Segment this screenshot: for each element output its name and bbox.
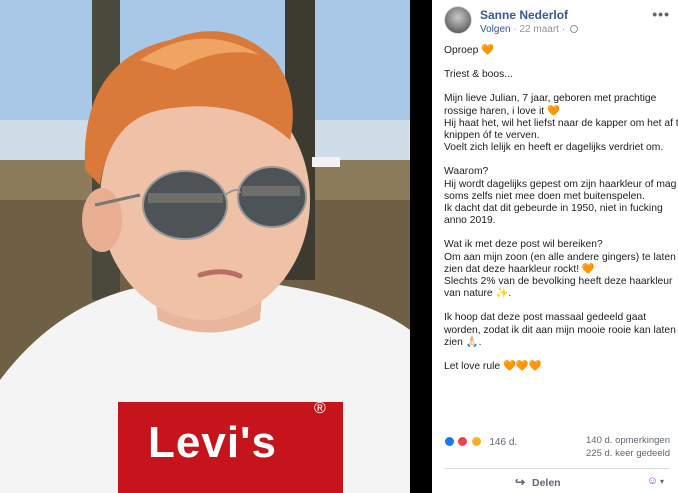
reaction-picker-button[interactable]: ☺ ▾	[647, 475, 664, 487]
post-line: Om aan mijn zoon (en alle andere gingers…	[444, 251, 676, 263]
share-arrow-icon: ↪	[515, 475, 526, 489]
post-line: anno 2019.	[444, 215, 496, 227]
like-reaction-icon	[444, 436, 455, 447]
post-photo[interactable]: Levi's ®	[0, 0, 410, 493]
chevron-down-icon: ▾	[659, 477, 664, 486]
post-line: Hij haat het, wil het liefst naar de kap…	[444, 117, 678, 129]
post-line: Waarom?	[444, 166, 489, 178]
share-button[interactable]: ↪ Delen	[515, 475, 561, 489]
shirt-logo-text: Levi's	[148, 418, 277, 467]
post-date[interactable]: 22 maart	[519, 24, 558, 35]
post-line: van nature ✨.	[444, 288, 512, 300]
post-meta: Volgen · 22 maart ·	[480, 24, 578, 35]
reaction-count: 146 d.	[489, 437, 518, 448]
post-panel: Sanne Nederlof Volgen · 22 maart · ••• O…	[432, 0, 678, 493]
post-line: soms zelfs niet mee doen met buitenspele…	[444, 190, 645, 202]
post-header: Sanne Nederlof Volgen · 22 maart · •••	[444, 6, 670, 40]
post-line: Triest & boos...	[444, 69, 513, 81]
post-paragraph: Wat ik met deze post wil bereiken? Om aan…	[444, 239, 676, 300]
follow-link[interactable]: Volgen	[480, 24, 511, 35]
post-line: Ik dacht dat dit gebeurde in 1950, niet …	[444, 203, 663, 215]
post-paragraph: Oproep 🧡	[444, 45, 676, 57]
avatar[interactable]	[444, 6, 472, 34]
photo-divider	[410, 0, 432, 493]
post-line: rossige haren, i love it 🧡	[444, 105, 560, 117]
post-line: zien 🙏🏻.	[444, 336, 482, 348]
shirt-registered-mark: ®	[314, 400, 326, 417]
post-line: worden, zodat ik dit aan mijn mooie rooi…	[444, 324, 676, 336]
meta-separator-2: ·	[561, 24, 568, 35]
post-line: Wat ik met deze post wil bereiken?	[444, 239, 603, 251]
post-paragraph: Triest & boos...	[444, 69, 676, 81]
post-body: Oproep 🧡 Triest & boos... Mijn lieve Julia…	[444, 45, 678, 385]
post-line: Hij wordt dagelijks gepest om zijn haark…	[444, 178, 677, 190]
action-divider	[444, 468, 670, 469]
post-line: Ik hoop dat deze post massaal gedeeld ga…	[444, 312, 647, 324]
comment-count[interactable]: 140 d. opmerkingen	[586, 434, 670, 447]
share-count[interactable]: 225 d. keer gedeeld	[586, 447, 670, 460]
author-name[interactable]: Sanne Nederlof	[480, 8, 568, 22]
share-label: Delen	[531, 477, 561, 489]
sad-reaction-icon	[470, 436, 482, 447]
post-line: zien dat deze haarkleur rockt! 🧡	[444, 263, 595, 275]
more-options-icon[interactable]: •••	[652, 6, 670, 22]
globe-icon	[569, 25, 578, 33]
love-reaction-icon	[457, 436, 469, 447]
post-paragraph: Mijn lieve Julian, 7 jaar, geboren met p…	[444, 93, 678, 154]
post-line: Slechts 2% van de bevolking heeft deze h…	[444, 276, 673, 288]
post-paragraph: Ik hoop dat deze post massaal gedeeld ga…	[444, 312, 676, 349]
post-paragraph: Waarom? Hij wordt dagelijks gepest om zij…	[444, 166, 676, 227]
post-paragraph: Let love rule 🧡🧡🧡	[444, 361, 676, 373]
post-line: Let love rule 🧡🧡🧡	[444, 361, 542, 373]
post-line: Oproep 🧡	[444, 45, 495, 56]
post-line: Voelt zich lelijk en heeft er dagelijks …	[444, 142, 664, 154]
post-line: knippen óf te verven.	[444, 130, 540, 142]
post-stats: 140 d. opmerkingen 225 d. keer gedeeld	[586, 434, 670, 460]
smiley-icon: ☺	[646, 475, 658, 487]
post-line: Mijn lieve Julian, 7 jaar, geboren met p…	[444, 93, 657, 105]
